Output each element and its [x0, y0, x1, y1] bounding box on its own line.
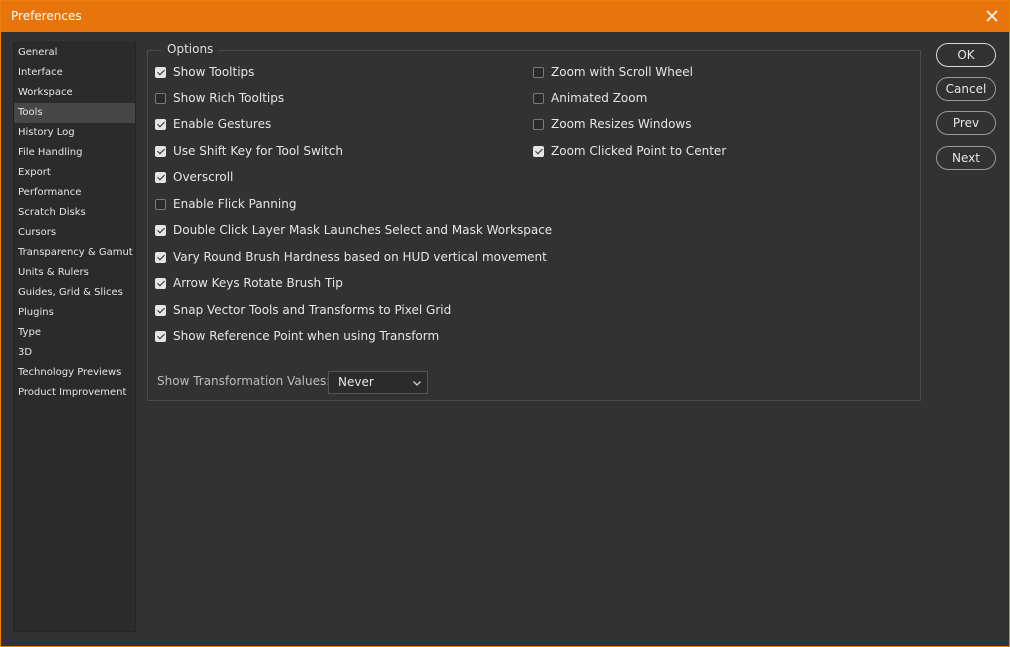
checkbox[interactable]: [155, 304, 166, 316]
sidebar-item-tools[interactable]: Tools: [14, 103, 135, 123]
option-label: Arrow Keys Rotate Brush Tip: [173, 276, 343, 290]
option-row[interactable]: Show Rich Tooltips: [155, 89, 284, 107]
checkbox[interactable]: [155, 224, 166, 236]
checkbox[interactable]: [155, 198, 166, 210]
option-label: Enable Gestures: [173, 117, 272, 131]
checkbox[interactable]: [533, 66, 544, 78]
option-label: Animated Zoom: [551, 91, 648, 105]
option-label: Vary Round Brush Hardness based on HUD v…: [173, 250, 547, 264]
option-label: Snap Vector Tools and Transforms to Pixe…: [173, 303, 452, 317]
checkbox[interactable]: [155, 66, 166, 78]
option-row[interactable]: Zoom with Scroll Wheel: [533, 63, 693, 81]
option-row[interactable]: Show Reference Point when using Transfor…: [155, 327, 439, 345]
option-label: Double Click Layer Mask Launches Select …: [173, 223, 553, 237]
transformation-values-label: Show Transformation Values:: [157, 374, 331, 388]
option-row[interactable]: Snap Vector Tools and Transforms to Pixe…: [155, 301, 451, 319]
sidebar-item-history-log[interactable]: History Log: [14, 123, 135, 143]
option-row[interactable]: Zoom Clicked Point to Center: [533, 142, 726, 160]
title-bar[interactable]: Preferences: [1, 1, 1009, 32]
option-label: Show Rich Tooltips: [173, 91, 285, 105]
sidebar-item-guides-grid-slices[interactable]: Guides, Grid & Slices: [14, 283, 135, 303]
sidebar-item-type[interactable]: Type: [14, 323, 135, 343]
option-label: Zoom Resizes Windows: [551, 117, 692, 131]
option-label: Show Tooltips: [173, 65, 255, 79]
checkbox[interactable]: [155, 251, 166, 263]
sidebar-item-cursors[interactable]: Cursors: [14, 223, 135, 243]
checkbox[interactable]: [533, 92, 544, 104]
option-row[interactable]: Show Tooltips: [155, 63, 254, 81]
option-label: Overscroll: [173, 170, 234, 184]
sidebar-item-plugins[interactable]: Plugins: [14, 303, 135, 323]
option-row[interactable]: Animated Zoom: [533, 89, 647, 107]
ok-button[interactable]: OK: [936, 43, 996, 67]
checkbox[interactable]: [533, 145, 544, 157]
checkbox[interactable]: [155, 92, 166, 104]
option-label: Zoom with Scroll Wheel: [551, 65, 693, 79]
options-legend: Options: [162, 42, 219, 56]
close-button[interactable]: [981, 5, 1003, 27]
option-label: Show Reference Point when using Transfor…: [173, 329, 440, 343]
option-row[interactable]: Arrow Keys Rotate Brush Tip: [155, 274, 343, 292]
sidebar-item-interface[interactable]: Interface: [14, 63, 135, 83]
checkbox[interactable]: [155, 171, 166, 183]
option-row[interactable]: Use Shift Key for Tool Switch: [155, 142, 343, 160]
option-row[interactable]: Vary Round Brush Hardness based on HUD v…: [155, 248, 547, 266]
checkbox[interactable]: [155, 277, 166, 289]
sidebar-item-performance[interactable]: Performance: [14, 183, 135, 203]
option-row[interactable]: Enable Flick Panning: [155, 195, 296, 213]
option-row[interactable]: Overscroll: [155, 168, 233, 186]
option-row[interactable]: Double Click Layer Mask Launches Select …: [155, 221, 552, 239]
sidebar-item-3d[interactable]: 3D: [14, 343, 135, 363]
checkbox[interactable]: [155, 330, 166, 342]
chevron-down-icon: [413, 381, 421, 386]
checkbox[interactable]: [155, 145, 166, 157]
sidebar-item-scratch-disks[interactable]: Scratch Disks: [14, 203, 135, 223]
checkbox[interactable]: [155, 118, 166, 130]
option-row[interactable]: Zoom Resizes Windows: [533, 115, 692, 133]
transformation-values-value: Never: [338, 375, 374, 389]
option-row[interactable]: Enable Gestures: [155, 115, 271, 133]
sidebar-item-transparency-gamut[interactable]: Transparency & Gamut: [14, 243, 135, 263]
sidebar-item-file-handling[interactable]: File Handling: [14, 143, 135, 163]
checkbox[interactable]: [533, 118, 544, 130]
transformation-values-select[interactable]: Never: [328, 371, 428, 394]
next-button[interactable]: Next: [936, 146, 996, 170]
preferences-category-list[interactable]: General Interface Workspace Tools History Lo…: [13, 42, 136, 632]
close-icon: [986, 10, 998, 22]
sidebar-item-technology-previews[interactable]: Technology Previews: [14, 363, 135, 383]
window-title: Preferences: [11, 9, 82, 23]
sidebar-item-general[interactable]: General: [14, 43, 135, 63]
sidebar-item-workspace[interactable]: Workspace: [14, 83, 135, 103]
sidebar-item-product-improvement[interactable]: Product Improvement: [14, 383, 135, 403]
option-label: Use Shift Key for Tool Switch: [173, 144, 344, 158]
sidebar-item-export[interactable]: Export: [14, 163, 135, 183]
cancel-button[interactable]: Cancel: [936, 77, 996, 101]
option-label: Enable Flick Panning: [173, 197, 297, 211]
prev-button[interactable]: Prev: [936, 111, 996, 135]
sidebar-item-units-rulers[interactable]: Units & Rulers: [14, 263, 135, 283]
option-label: Zoom Clicked Point to Center: [551, 144, 727, 158]
